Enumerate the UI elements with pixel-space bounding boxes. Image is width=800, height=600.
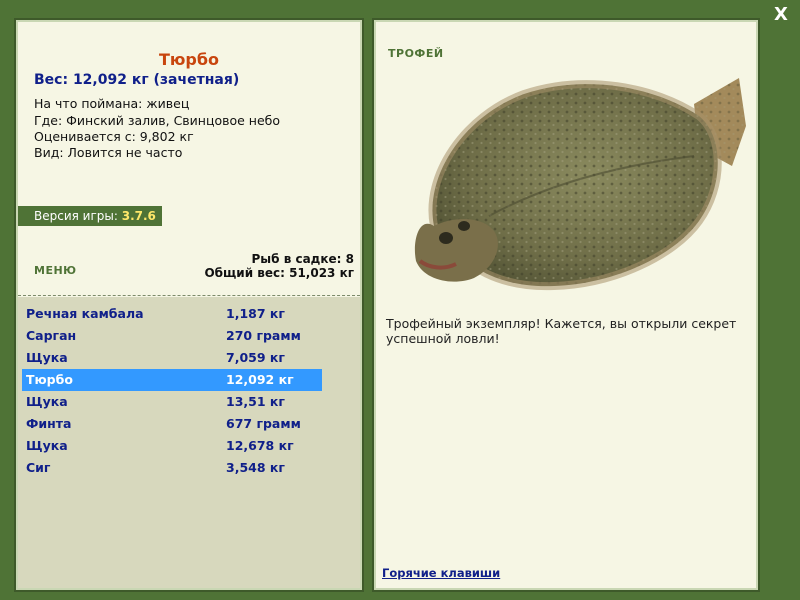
list-item-selected[interactable]: Тюрбо 12,092 кг	[22, 369, 322, 391]
list-item[interactable]: Речная камбала 1,187 кг	[22, 303, 322, 325]
version-label: Версия игры:	[34, 209, 118, 223]
list-item[interactable]: Финта 677 грамм	[22, 413, 322, 435]
fish-weight-value: 13,51 кг	[226, 394, 285, 409]
bait-info: На что поймана: живец	[34, 96, 190, 111]
fish-name: Сиг	[26, 460, 51, 475]
fish-weight-value: 677 грамм	[226, 416, 301, 431]
close-button[interactable]: X	[770, 4, 792, 26]
turbot-fish-image	[414, 78, 746, 291]
list-item[interactable]: Сарган 270 грамм	[22, 325, 322, 347]
fish-weight-value: 270 грамм	[226, 328, 301, 343]
catch-count: Рыб в садке: 8	[251, 252, 355, 266]
version-value: 3.7.6	[121, 209, 156, 223]
fish-name: Финта	[26, 416, 72, 431]
fish-info-panel: Тюрбо Вес: 12,092 кг (зачетная) На что п…	[14, 18, 364, 592]
fish-title: Тюрбо	[158, 50, 220, 69]
list-item[interactable]: Щука 7,059 кг	[22, 347, 322, 369]
trophy-description: Трофейный экземпляр! Кажется, вы открыли…	[386, 316, 737, 346]
catch-total-weight: Общий вес: 51,023 кг	[204, 266, 354, 280]
fish-weight-value: 12,092 кг	[226, 372, 294, 387]
list-item[interactable]: Щука 12,678 кг	[22, 435, 322, 457]
hotkeys-link[interactable]: Горячие клавиши	[382, 566, 500, 580]
fish-name: Сарган	[26, 328, 77, 343]
threshold-info: Оценивается с: 9,802 кг	[34, 129, 194, 144]
list-item[interactable]: Щука 13,51 кг	[22, 391, 322, 413]
fish-name: Тюрбо	[26, 372, 73, 387]
fish-name: Щука	[26, 350, 68, 365]
fish-weight-value: 12,678 кг	[226, 438, 294, 453]
fish-name: Щука	[26, 438, 68, 453]
fish-name: Щука	[26, 394, 68, 409]
location-info: Где: Финский залив, Свинцовое небо	[34, 113, 281, 128]
fish-weight-value: 7,059 кг	[226, 350, 285, 365]
menu-button[interactable]: МЕНЮ	[34, 264, 77, 277]
version-badge: Версия игры: 3.7.6	[18, 206, 162, 226]
fish-weight-value: 1,187 кг	[226, 306, 285, 321]
fish-weight-value: 3,548 кг	[226, 460, 285, 475]
list-item[interactable]: Сиг 3,548 кг	[22, 457, 322, 479]
fish-name: Речная камбала	[26, 306, 144, 321]
rarity-info: Вид: Ловится не часто	[34, 145, 183, 160]
divider	[18, 295, 360, 296]
catch-list: Речная камбала 1,187 кг Сарган 270 грамм…	[18, 297, 360, 588]
fish-weight: Вес: 12,092 кг (зачетная)	[34, 72, 240, 88]
trophy-panel: ТРОФЕЙ Трофейный экземпляр! Кажется, вы …	[372, 18, 760, 592]
